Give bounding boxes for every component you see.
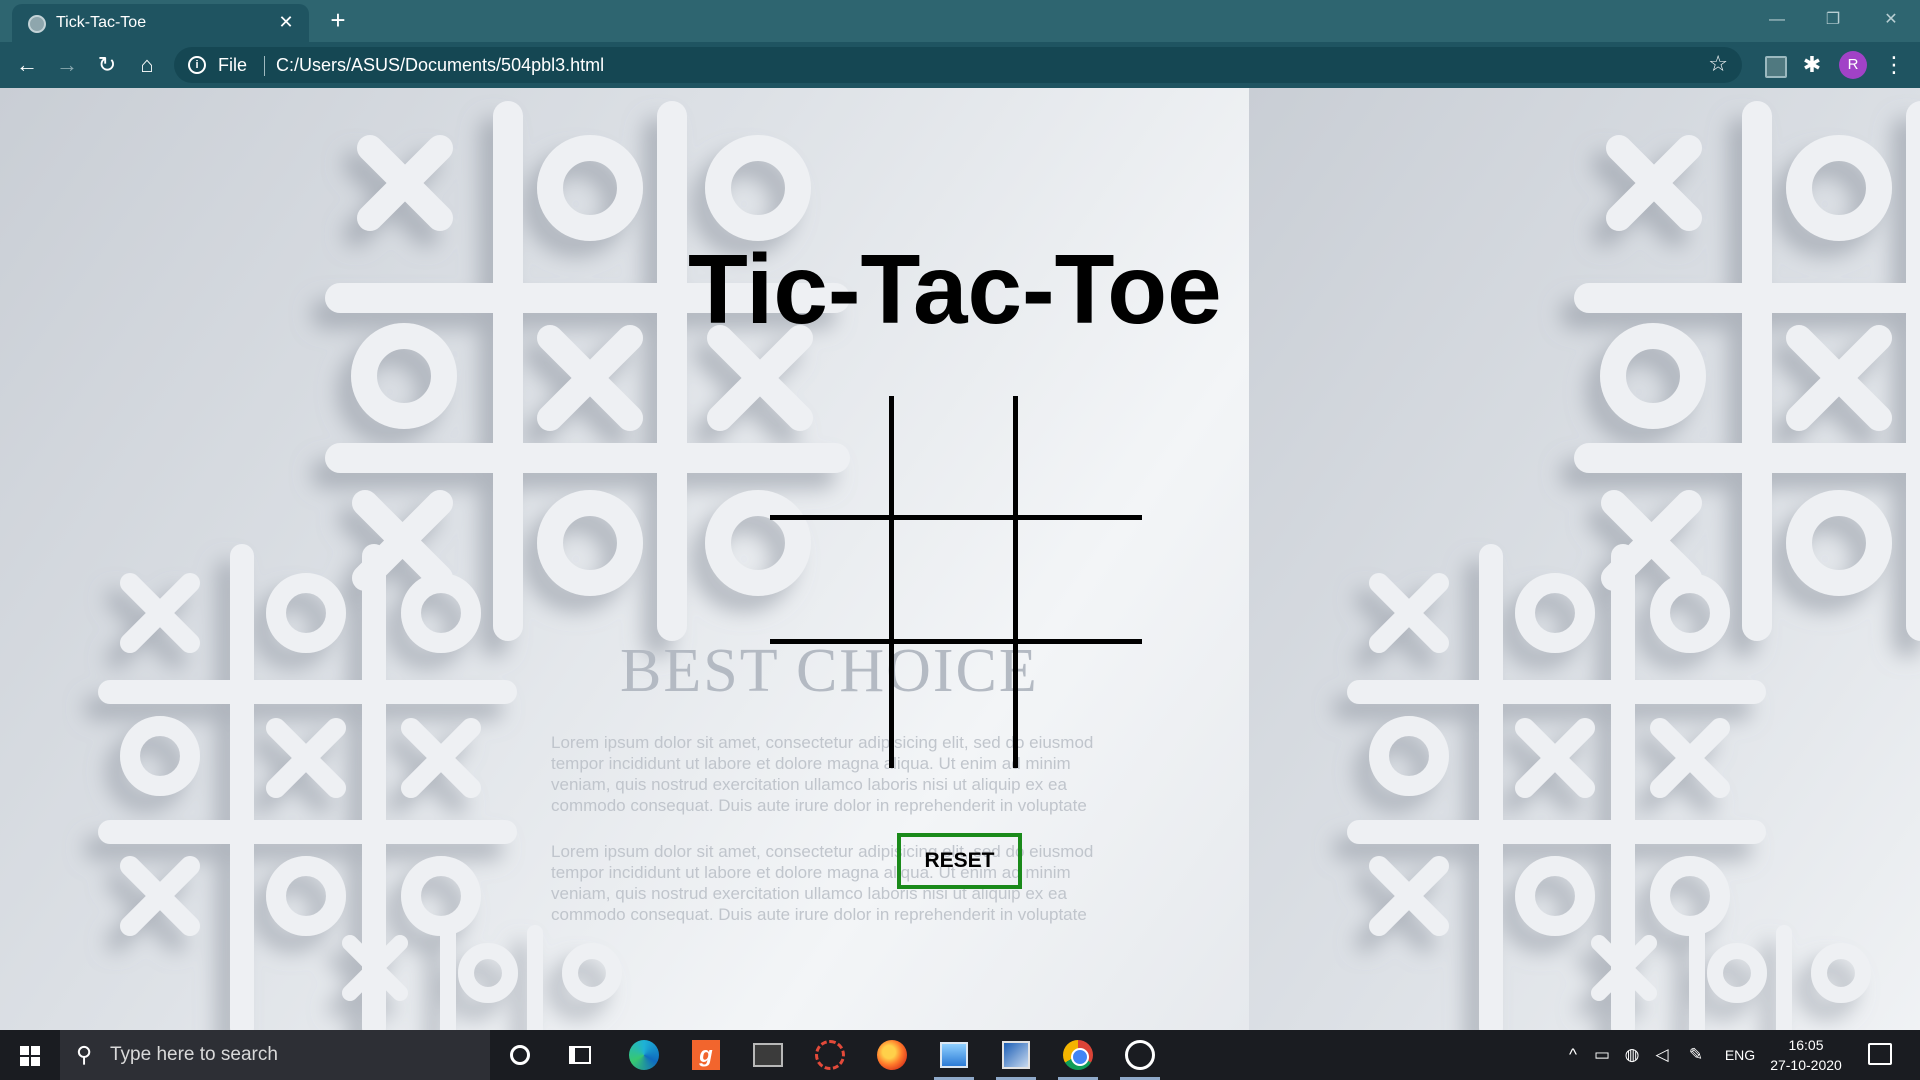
board-cell-9[interactable] — [1018, 644, 1142, 768]
background-lorem-2: Lorem ipsum dolor sit amet, consectetur … — [551, 842, 1094, 924]
taskbar-g-app[interactable]: g — [682, 1035, 730, 1075]
board-cell-7[interactable] — [770, 644, 894, 768]
taskbar-settings-app[interactable] — [806, 1035, 854, 1075]
taskbar-notepad[interactable] — [992, 1035, 1040, 1080]
board-cell-2[interactable] — [894, 396, 1018, 520]
info-icon[interactable]: i — [188, 56, 206, 74]
camera-icon — [1125, 1040, 1155, 1070]
tab-title: Tick-Tac-Toe — [56, 14, 147, 31]
back-button[interactable]: ← — [12, 50, 42, 80]
start-button[interactable] — [0, 1030, 60, 1080]
battery-icon[interactable]: ▭ — [1590, 1030, 1614, 1080]
clock[interactable]: 16:05 27-10-2020 — [1762, 1035, 1850, 1075]
close-tab-icon[interactable]: ✕ — [275, 11, 297, 33]
reload-button[interactable]: ↻ — [92, 50, 122, 80]
search-placeholder: Type here to search — [110, 1044, 278, 1065]
new-tab-button[interactable]: + — [323, 6, 353, 36]
language-indicator[interactable]: ENG — [1720, 1030, 1760, 1080]
browser-toolbar: ← → ↻ ⌂ i File C:/Users/ASUS/Documents/5… — [0, 42, 1920, 88]
tray-chevron-icon[interactable]: ^ — [1562, 1030, 1584, 1080]
search-icon: ⚲ — [76, 1042, 93, 1067]
forward-button[interactable]: → — [52, 50, 82, 80]
cortana-button[interactable] — [496, 1035, 544, 1075]
board-cell-4[interactable] — [770, 520, 894, 644]
address-bar[interactable]: i File C:/Users/ASUS/Documents/504pbl3.h… — [174, 47, 1742, 83]
clock-time: 16:05 — [1788, 1037, 1824, 1053]
windows-logo-icon — [20, 1046, 40, 1066]
taskbar-terminal[interactable] — [744, 1035, 792, 1075]
cortana-icon — [510, 1045, 530, 1065]
notepad-icon — [1002, 1041, 1030, 1069]
menu-icon[interactable]: ⋮ — [1880, 51, 1908, 79]
extension-icon[interactable] — [1760, 51, 1788, 79]
terminal-icon — [753, 1043, 783, 1067]
url-text[interactable]: C:/Users/ASUS/Documents/504pbl3.html — [276, 55, 604, 76]
puzzle-icon[interactable]: ✱ — [1798, 51, 1826, 79]
browser-tab[interactable]: Tick-Tac-Toe ✕ — [12, 4, 309, 42]
volume-icon[interactable]: ◁ — [1650, 1030, 1674, 1080]
tictactoe-pattern-illustration-repeat — [1347, 101, 1920, 1030]
chrome-icon — [1063, 1040, 1093, 1070]
address-separator — [264, 56, 265, 76]
browser-titlebar: Tick-Tac-Toe ✕ + — ❐ ✕ — [0, 0, 1920, 42]
pen-icon[interactable]: ✎ — [1684, 1030, 1708, 1080]
scheme-label: File — [218, 55, 248, 75]
bookmark-star-icon[interactable]: ☆ — [1708, 51, 1728, 77]
board-cell-6[interactable] — [1018, 520, 1142, 644]
notification-icon[interactable] — [1868, 1043, 1892, 1065]
gear-icon — [815, 1040, 845, 1070]
game-board — [770, 396, 1146, 772]
board-cell-5[interactable] — [894, 520, 1018, 644]
restore-button[interactable]: ❐ — [1808, 4, 1858, 36]
clock-date: 27-10-2020 — [1770, 1057, 1842, 1073]
close-window-button[interactable]: ✕ — [1866, 4, 1916, 36]
task-view-button[interactable] — [556, 1035, 604, 1075]
globe-icon — [28, 15, 46, 33]
edge-icon — [629, 1040, 659, 1070]
board-cell-8[interactable] — [894, 644, 1018, 768]
reset-button[interactable]: RESET — [897, 833, 1022, 889]
page-viewport: BEST CHOICE Lorem ipsum dolor sit amet, … — [0, 88, 1920, 1030]
network-icon[interactable]: ◍ — [1620, 1030, 1644, 1080]
home-button[interactable]: ⌂ — [132, 50, 162, 80]
photos-icon — [940, 1042, 968, 1068]
background-image-repeat — [1249, 88, 1920, 1030]
taskbar-photos[interactable] — [930, 1035, 978, 1080]
board-cell-3[interactable] — [1018, 396, 1142, 520]
board-cell-1[interactable] — [770, 396, 894, 520]
task-view-icon — [569, 1046, 591, 1064]
taskbar-chrome[interactable] — [1054, 1035, 1102, 1080]
taskbar-camera[interactable] — [1116, 1035, 1164, 1080]
windows-taskbar: ⚲ Type here to search g ^ ▭ ◍ ◁ ✎ ENG 16… — [0, 1030, 1920, 1080]
minimize-button[interactable]: — — [1752, 4, 1802, 36]
firefox-icon — [877, 1040, 907, 1070]
page-title-text: Tic-Tac-Toe — [688, 234, 1222, 344]
taskbar-search-box[interactable]: ⚲ Type here to search — [60, 1030, 490, 1080]
taskbar-firefox[interactable] — [868, 1035, 916, 1075]
g-app-icon: g — [692, 1040, 720, 1070]
taskbar-edge[interactable] — [620, 1035, 668, 1075]
profile-avatar[interactable]: R — [1839, 51, 1867, 79]
